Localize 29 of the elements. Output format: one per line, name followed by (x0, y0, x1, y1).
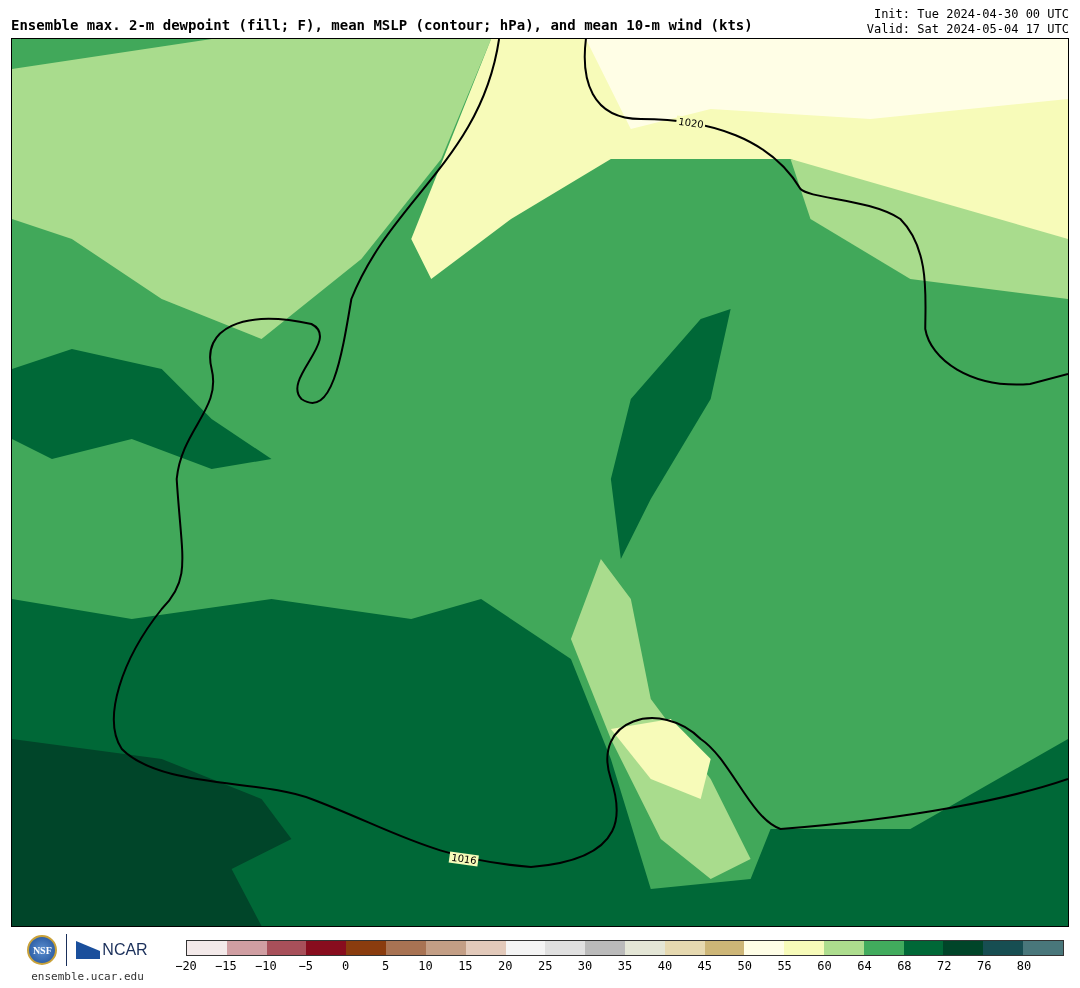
colorbar-tick-label: 20 (498, 959, 513, 973)
colorbar-tick-label: 15 (458, 959, 473, 973)
colorbar-tick-label: −10 (254, 959, 277, 973)
colorbar-tick-label: 40 (657, 959, 673, 973)
colorbar-tick-label: 55 (777, 959, 792, 973)
chart-title: Ensemble max. 2-m dewpoint (fill; F), mean MSLP (contour; hPa), and mean 10-m wind (kts) (11, 17, 753, 35)
site-url: ensemble.ucar.edu (31, 970, 144, 983)
colorbar-tick-label: −5 (298, 959, 313, 973)
colorbar-tick-label: 0 (342, 959, 350, 973)
wordmark-logo: NCAR (102, 941, 148, 959)
colorbar-tick-label: 60 (817, 959, 832, 973)
colorbar-tick-label: 68 (897, 959, 912, 973)
colorbar-tick-label: 80 (1016, 959, 1032, 973)
colorbar-tick-label: 5 (381, 959, 390, 973)
colorbar-tick-label: 45 (697, 959, 713, 973)
colorbar-tick-label: 25 (537, 959, 553, 973)
seal-logo: NSF (27, 935, 58, 965)
init-time: Init: Tue 2024-04-30 00 UTC (873, 7, 1069, 22)
colorbar-tick-label: −20 (175, 959, 197, 973)
colorbar-tick-label: 76 (976, 959, 992, 973)
swoosh-icon (76, 941, 101, 959)
colorbar-tick-label: 30 (577, 959, 593, 973)
colorbar-tick-label: 35 (617, 959, 633, 973)
colorbar-tick-label: 72 (937, 959, 952, 973)
colorbar-tick-label: −15 (215, 959, 237, 973)
colorbar-tick-label: 10 (418, 959, 433, 973)
colorbar-tick-label: 50 (737, 959, 752, 973)
valid-time: Valid: Sat 2024-05-04 17 UTC (866, 22, 1069, 37)
colorbar-tick-label: 64 (857, 959, 872, 973)
